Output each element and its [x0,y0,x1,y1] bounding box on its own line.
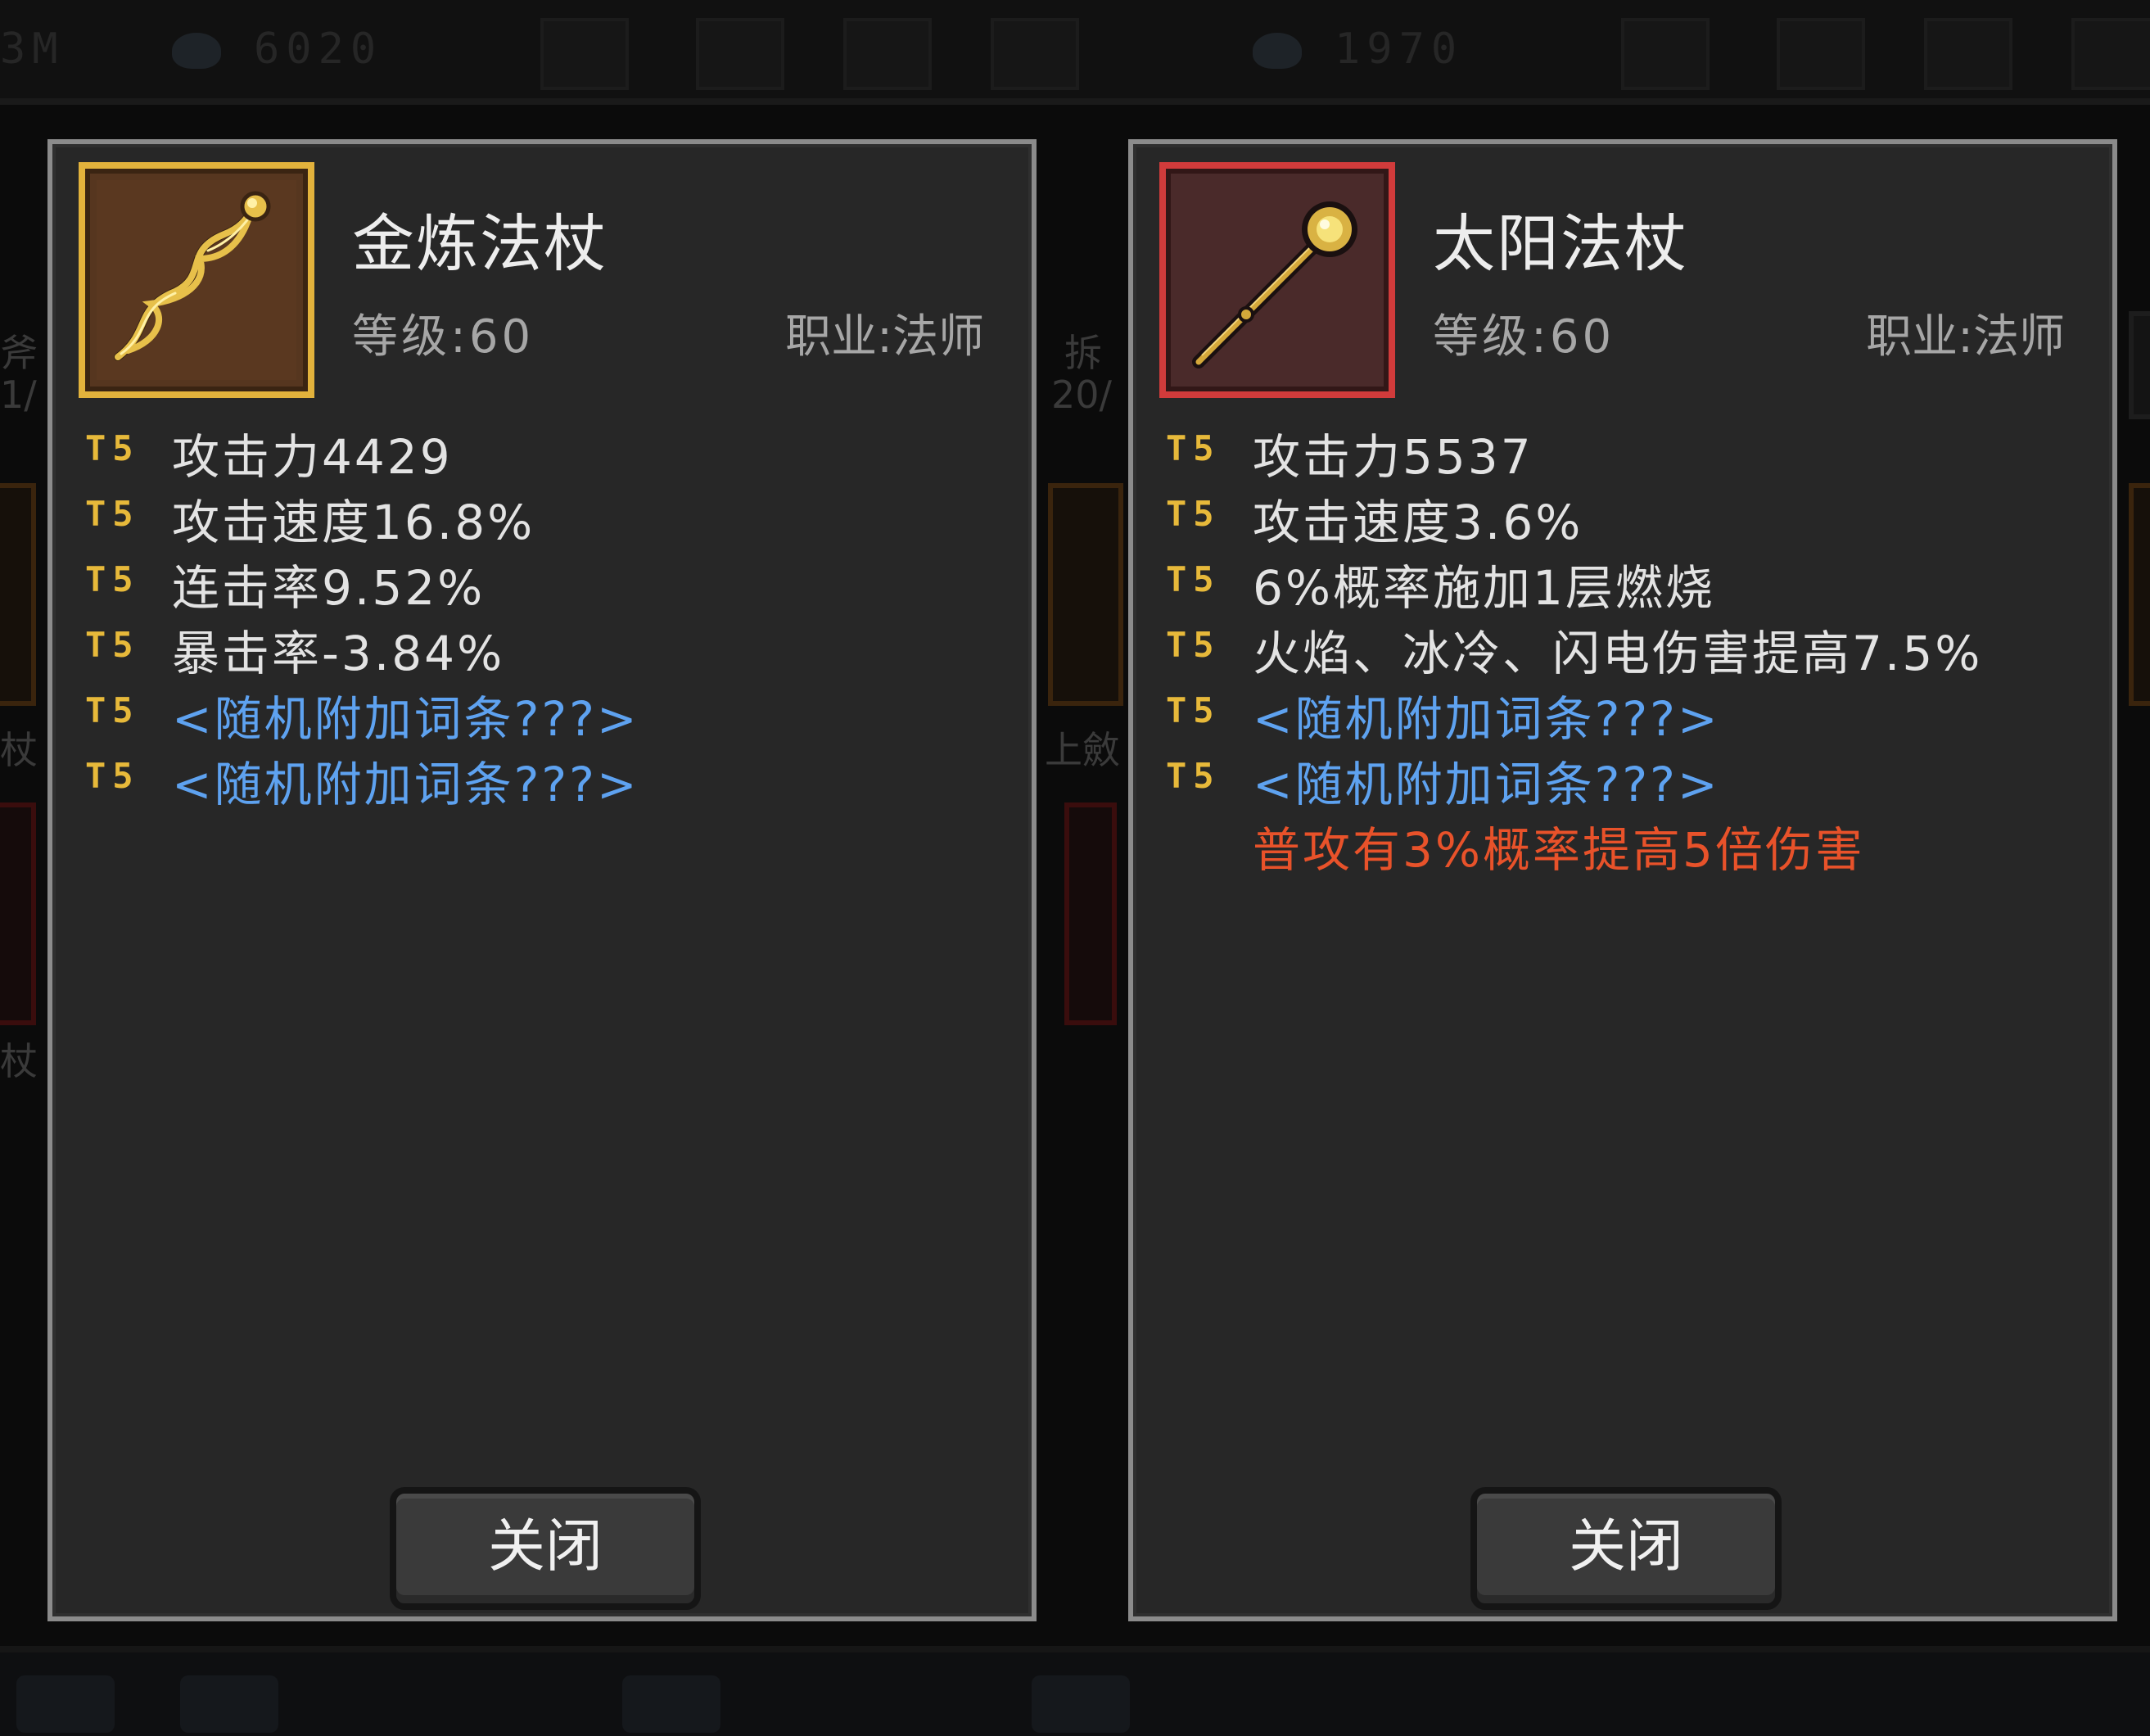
stat-tier-badge: T5 [1166,494,1221,534]
stat-tier-badge: T5 [85,494,140,534]
item-icon-frame [1159,162,1395,398]
stat-row-random-affix: T5 <随机附加词条???> [1166,680,2083,747]
random-affix-text: <随机附加词条???> [172,691,639,747]
stat-tier-badge: T5 [1166,428,1221,468]
stat-row: T5 攻击速度16.8% [85,484,1002,550]
stat-tier-badge: T5 [1166,559,1221,599]
stat-row: T5 攻击速度3.6% [1166,484,2083,550]
stat-text: 攻击力4429 [172,429,453,485]
stat-text: 暴击率-3.84% [172,626,505,681]
bg-tab-count: 20/ [1051,373,1113,417]
close-button[interactable]: 关闭 [1470,1487,1782,1610]
character-portrait-icon [180,1675,278,1733]
stat-tier-badge: T5 [1166,756,1221,796]
stat-tier-badge: T5 [85,625,140,665]
game-screen: 3M 6020 1970 斧 1/ 杖 杖 拆 20/ 上斂 金炼法杖 等级:6… [0,0,2150,1736]
random-affix-text: <随机附加词条???> [1253,757,1720,812]
bottom-nav-bar [0,1646,2150,1736]
stat-tier-badge: T5 [1166,690,1221,730]
item-tooltip-panel-right: 太阳法杖 等级:60 职业:法师 T5 攻击力5537 T5 攻击速度3.6% … [1128,139,2117,1621]
item-level: 等级:60 [352,310,535,364]
stat-tier-badge: T5 [85,428,140,468]
item-stats-list: T5 攻击力5537 T5 攻击速度3.6% T5 6%概率施加1层燃烧 T5 … [1166,418,2083,878]
stat-text: 攻击速度16.8% [172,495,535,550]
resource-count-partial: 3M [0,25,65,74]
gem-icon [1253,33,1302,69]
sun-staff-icon [1177,180,1377,380]
mail-icon [1777,18,1865,90]
shop-icon [1621,18,1710,90]
stat-tier-badge: T5 [85,559,140,599]
item-icon-frame [79,162,314,398]
bg-item-card [2129,311,2150,419]
item-name: 金炼法杖 [352,207,608,280]
character-portrait-icon [1032,1675,1130,1733]
mail-icon [696,18,784,90]
stat-row: T5 6%概率施加1层燃烧 [1166,549,2083,616]
close-button[interactable]: 关闭 [390,1487,701,1610]
stat-row: T5 攻击力5537 [1166,418,2083,485]
bg-item-card [1048,483,1123,706]
gem-icon [172,33,221,69]
character-portrait-icon [16,1675,115,1733]
top-resource-bar: 3M 6020 1970 [0,0,2150,105]
random-affix-text: <随机附加词条???> [1253,691,1720,747]
stat-row: T5 攻击力4429 [85,418,1002,485]
bg-item-card [2129,483,2150,706]
gear-icon [991,18,1079,90]
bg-item-card [0,802,36,1025]
character-portrait-icon [622,1675,720,1733]
stat-row-special-effect: 普攻有3%概率提高5倍伤害 [1166,811,2083,878]
golden-twisted-staff-icon [97,180,296,380]
stat-text: 6%概率施加1层燃烧 [1253,560,1715,616]
item-class-requirement: 职业:法师 [785,310,984,364]
bg-item-label: 上斂 [1045,728,1120,772]
bg-item-label: 杖 [0,1039,38,1083]
stat-text: 攻击力5537 [1253,429,1533,485]
stat-row: T5 连击率9.52% [85,549,1002,616]
gamepad-icon [1924,18,2012,90]
resource-count-right: 1970 [1335,25,1464,74]
item-class-requirement: 职业:法师 [1866,310,2065,364]
stat-row-random-affix: T5 <随机附加词条???> [1166,746,2083,812]
item-stats-list: T5 攻击力4429 T5 攻击速度16.8% T5 连击率9.52% T5 暴… [85,418,1002,812]
stat-row: T5 火焰、冰冷、闪电伤害提高7.5% [1166,615,2083,681]
stat-tier-badge: T5 [85,690,140,730]
bg-tab-label: 拆 [1064,331,1102,375]
stat-text: 连击率9.52% [172,560,486,616]
gear-icon [2071,18,2150,90]
item-name: 太阳法杖 [1433,207,1688,280]
stat-text: 火焰、冰冷、闪电伤害提高7.5% [1253,626,1983,681]
bg-tab-label: 斧 [0,331,38,375]
stat-text: 攻击速度3.6% [1253,495,1583,550]
stat-tier-badge: T5 [85,756,140,796]
gamepad-icon [843,18,932,90]
shop-icon [540,18,629,90]
random-affix-text: <随机附加词条???> [172,757,639,812]
special-effect-text: 普攻有3%概率提高5倍伤害 [1253,822,1865,878]
item-level: 等级:60 [1433,310,1615,364]
stat-row: T5 暴击率-3.84% [85,615,1002,681]
bg-tab-count: 1/ [0,373,37,417]
stat-row-random-affix: T5 <随机附加词条???> [85,680,1002,747]
stat-row-random-affix: T5 <随机附加词条???> [85,746,1002,812]
item-tooltip-panel-left: 金炼法杖 等级:60 职业:法师 T5 攻击力4429 T5 攻击速度16.8%… [47,139,1037,1621]
bg-item-card [0,483,36,706]
bg-item-label: 杖 [0,728,38,772]
resource-count-left: 6020 [254,25,383,74]
bg-item-card [1064,802,1117,1025]
stat-tier-badge: T5 [1166,625,1221,665]
